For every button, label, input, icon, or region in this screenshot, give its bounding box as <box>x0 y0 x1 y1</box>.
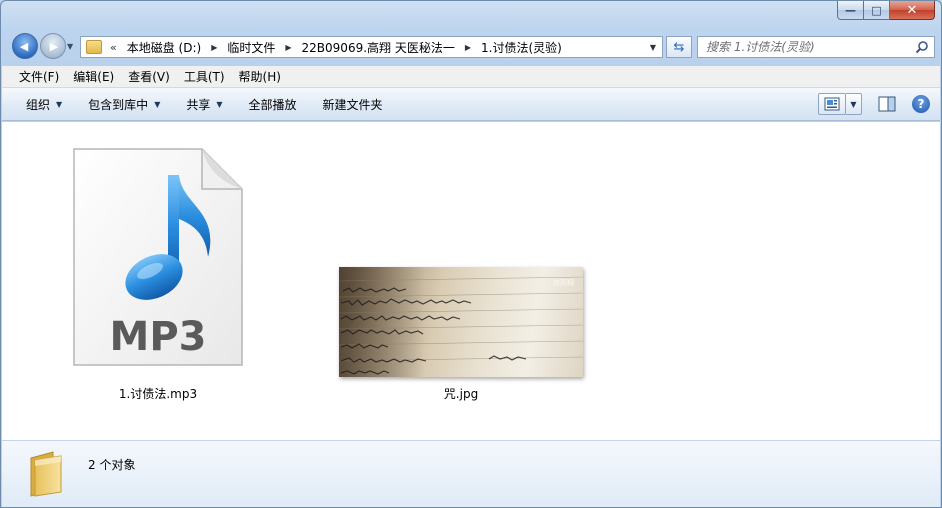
image-watermark: 仿高翔 <box>553 278 574 287</box>
organize-button[interactable]: 组织 ▼ <box>18 92 70 116</box>
command-label: 全部播放 <box>248 97 297 112</box>
handwriting-image: 仿高翔 <box>339 267 583 377</box>
back-arrow-icon: ◀ <box>19 39 29 53</box>
command-label: 包含到库中 <box>88 97 149 112</box>
dropdown-arrow-icon: ▼ <box>154 99 161 109</box>
menu-edit[interactable]: 编辑(E) <box>66 66 121 87</box>
command-bar: 组织 ▼ 包含到库中 ▼ 共享 ▼ 全部播放 新建文件夹 ▼ ? <box>2 88 940 121</box>
mp3-label-text: MP3 <box>110 314 207 360</box>
dropdown-arrow-icon: ▼ <box>216 99 223 109</box>
breadcrumb-4[interactable]: 1.讨债法(灵验) <box>477 37 566 57</box>
new-folder-button[interactable]: 新建文件夹 <box>315 92 391 116</box>
menu-tools[interactable]: 工具(T) <box>177 66 232 87</box>
breadcrumb-separator-icon[interactable]: ▶ <box>205 43 223 52</box>
preview-pane-icon <box>878 96 896 112</box>
details-pane: 2 个对象 <box>2 440 940 507</box>
breadcrumb-1[interactable]: 本地磁盘 (D:) ▶ <box>123 37 224 57</box>
search-icon[interactable] <box>913 38 931 56</box>
menu-file[interactable]: 文件(F) <box>12 66 66 87</box>
maximize-button[interactable]: □ <box>864 1 890 20</box>
maximize-icon: □ <box>871 3 882 17</box>
address-bar[interactable]: « 本地磁盘 (D:) ▶ 临时文件 ▶ 22B09069.高翔 天医秘法一 ▶… <box>80 36 663 58</box>
breadcrumb-label: 临时文件 <box>227 40 276 55</box>
help-button[interactable]: ? <box>912 95 930 113</box>
breadcrumb-label: 22B09069.高翔 天医秘法一 <box>301 40 455 55</box>
file-name-label: 1.讨债法.mp3 <box>118 387 198 401</box>
back-button[interactable]: ◀ <box>12 33 38 59</box>
share-button[interactable]: 共享 ▼ <box>178 92 230 116</box>
include-in-library-button[interactable]: 包含到库中 ▼ <box>80 92 168 116</box>
view-options-dropdown[interactable]: ▼ <box>846 93 862 115</box>
breadcrumb-label: 1.讨债法(灵验) <box>481 40 562 55</box>
file-name-label: 咒.jpg <box>443 387 479 401</box>
close-button[interactable]: ✕ <box>890 1 935 20</box>
forward-arrow-icon: ▶ <box>49 39 59 53</box>
breadcrumb-separator-icon[interactable]: ▶ <box>279 43 297 52</box>
minimize-icon: — <box>845 3 856 17</box>
item-count-text: 2 个对象 <box>88 458 136 472</box>
change-view-button[interactable] <box>818 93 846 115</box>
folder-icon <box>30 451 62 497</box>
dropdown-arrow-icon: ▼ <box>56 99 63 109</box>
command-label: 新建文件夹 <box>322 97 383 112</box>
refresh-button[interactable]: ⇆ <box>666 36 692 58</box>
image-thumbnail: 仿高翔 <box>339 267 583 377</box>
view-icon <box>824 97 840 111</box>
file-item-mp3[interactable]: MP3 1.讨债法.mp3 <box>62 142 254 404</box>
search-input[interactable] <box>698 38 913 56</box>
navigation-row: ◀ ▶ ▼ « 本地磁盘 (D:) ▶ 临时文件 ▶ 22B09069.高翔 天… <box>9 33 935 61</box>
mp3-file-icon: MP3 <box>73 148 243 366</box>
breadcrumb-separator-icon[interactable]: ▶ <box>459 43 477 52</box>
breadcrumb-2[interactable]: 临时文件 ▶ <box>223 37 297 57</box>
explorer-window: — □ ✕ ◀ ▶ ▼ « 本地磁盘 (D:) ▶ 临时文件 ▶ 22B0906… <box>0 0 942 508</box>
command-label: 组织 <box>26 97 51 112</box>
menu-help[interactable]: 帮助(H) <box>232 66 288 87</box>
preview-pane-button[interactable] <box>876 93 898 115</box>
search-box[interactable] <box>697 36 935 58</box>
command-bar-right: ▼ ? <box>818 93 930 115</box>
menu-view[interactable]: 查看(V) <box>121 66 177 87</box>
help-icon: ? <box>917 97 925 111</box>
command-label: 共享 <box>186 97 211 112</box>
caption-buttons: — □ ✕ <box>837 1 935 21</box>
forward-button[interactable]: ▶ <box>40 33 66 59</box>
breadcrumb-3[interactable]: 22B09069.高翔 天医秘法一 ▶ <box>298 37 477 57</box>
file-item-jpg[interactable]: 仿高翔 咒.jpg <box>332 142 590 404</box>
folder-icon <box>86 40 102 54</box>
refresh-icon: ⇆ <box>673 39 685 55</box>
menu-bar: 文件(F) 编辑(E) 查看(V) 工具(T) 帮助(H) <box>2 66 940 88</box>
breadcrumb-label: 本地磁盘 (D:) <box>126 40 202 55</box>
minimize-button[interactable]: — <box>837 1 864 20</box>
play-all-button[interactable]: 全部播放 <box>241 92 305 116</box>
file-list-view[interactable]: MP3 1.讨债法.mp3 仿高翔 咒.jpg <box>2 122 940 440</box>
close-icon: ✕ <box>906 2 918 18</box>
overflow-chevron-icon[interactable]: « <box>110 41 117 54</box>
address-history-dropdown[interactable]: ▼ <box>646 40 660 54</box>
recent-pages-dropdown[interactable]: ▼ <box>67 42 73 51</box>
